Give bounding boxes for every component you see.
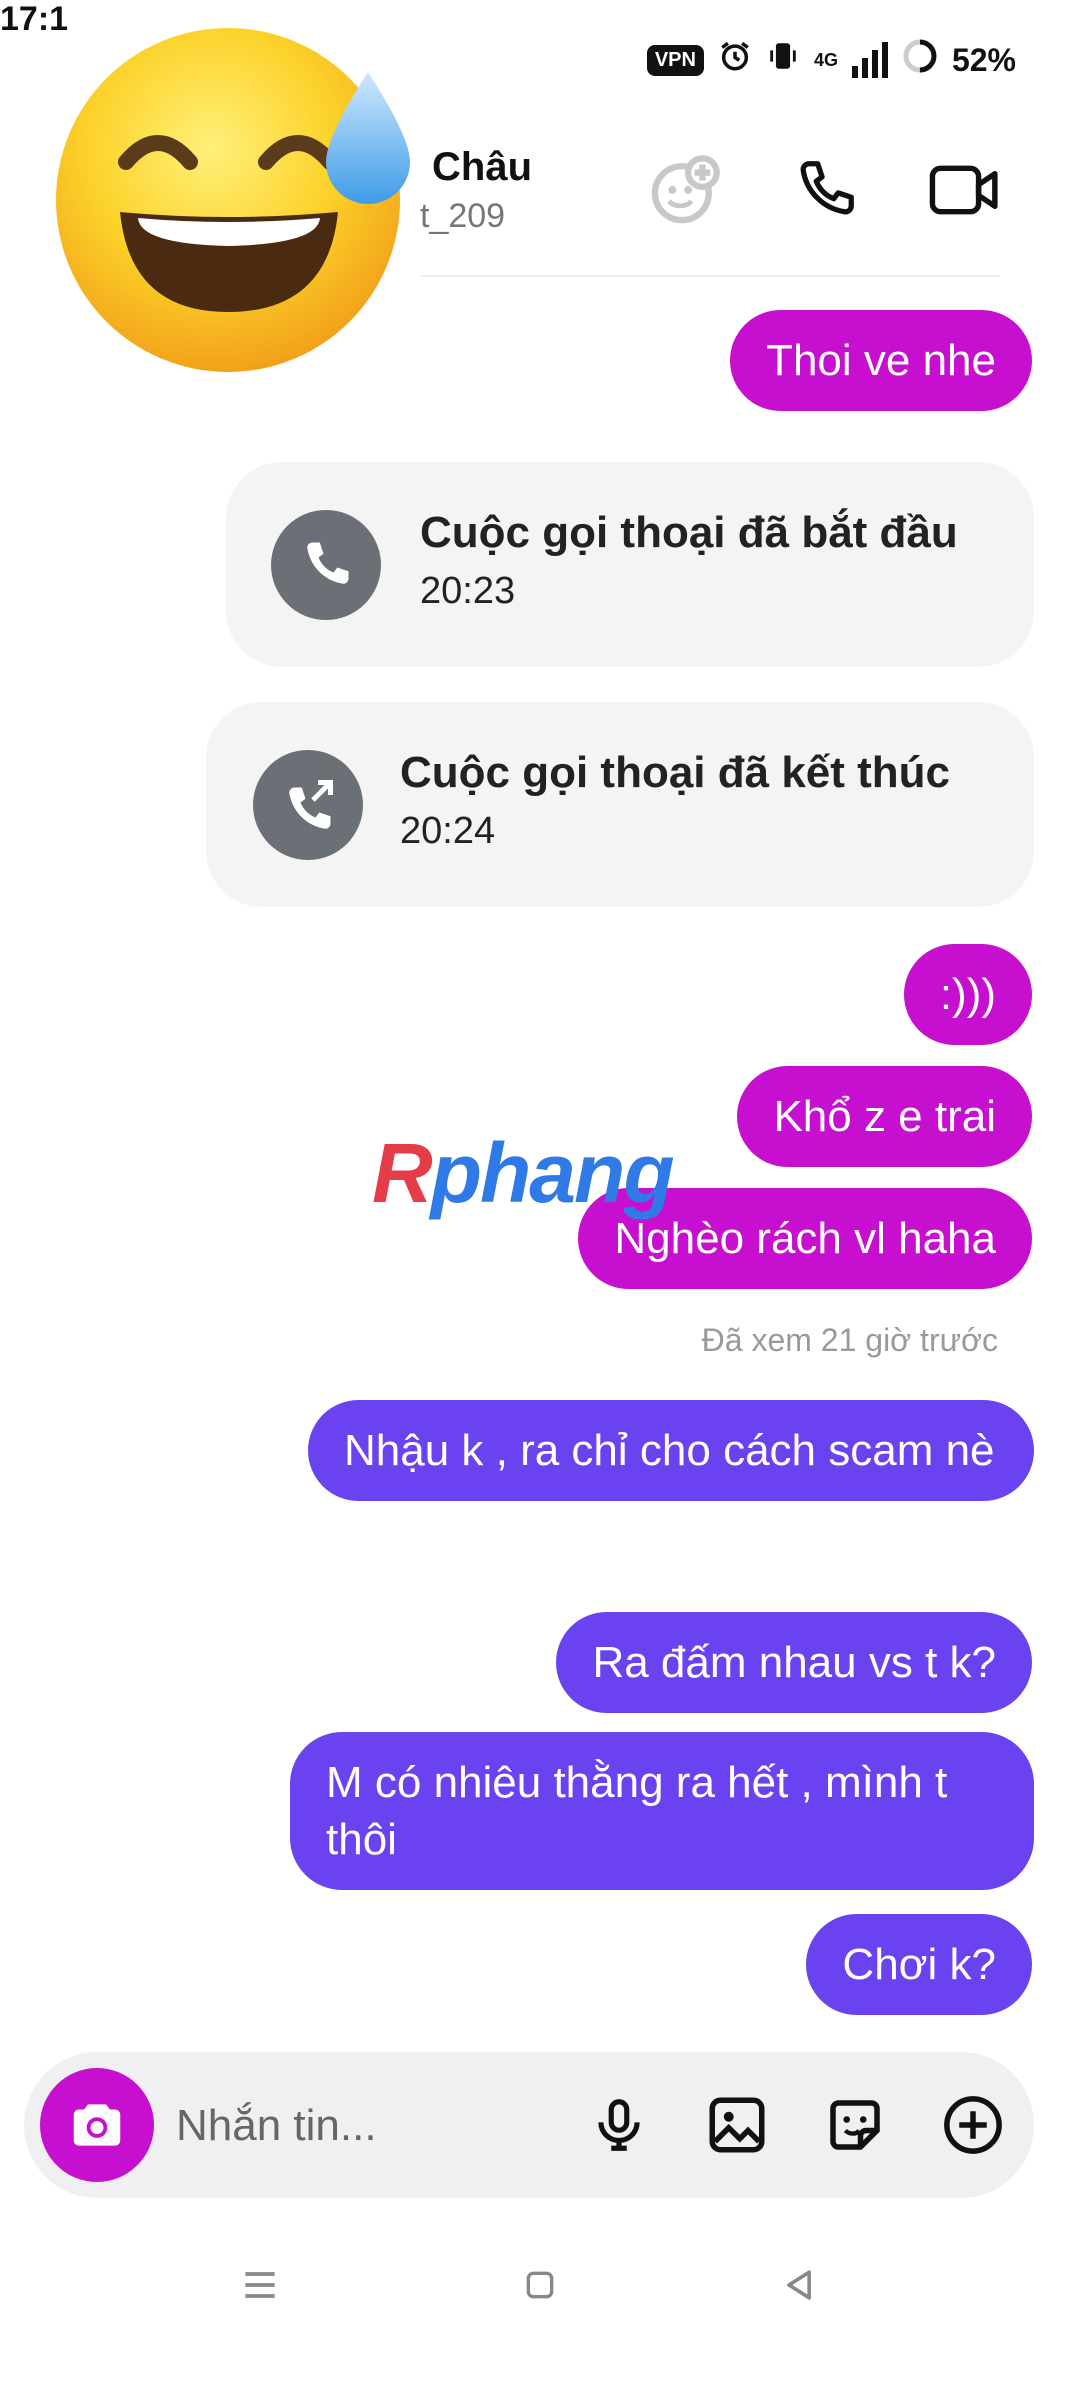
message-composer [24,2052,1034,2198]
watermark-logo: Rphang [372,1126,675,1220]
call-card[interactable]: Cuộc gọi thoại đã kết thúc 20:24 [206,702,1034,907]
status-icons: VPN 4G 52% [646,38,1016,82]
camera-icon [73,2104,121,2146]
video-camera-icon [929,165,998,215]
call-title: Cuộc gọi thoại đã bắt đầu [420,508,958,557]
camera-button[interactable] [40,2068,154,2182]
microphone-icon [598,2099,640,2151]
contact-name[interactable]: Châu [432,145,532,190]
vpn-badge: VPN [646,44,704,76]
gallery-button[interactable] [698,2086,776,2164]
call-time: 20:24 [400,810,496,852]
image-icon [709,2097,765,2153]
seen-status: Đã xem 21 giờ trước [701,1322,998,1358]
vibrate-icon [766,39,800,81]
message-bubble[interactable]: Khổ z e trai [737,1066,1032,1168]
recents-nav-button[interactable] [225,2250,295,2320]
back-nav-button[interactable] [765,2250,835,2320]
triangle-back-icon [787,2270,811,2300]
call-time: 20:23 [420,570,516,612]
call-card[interactable]: Cuộc gọi thoại đã bắt đầu 20:23 [226,462,1034,667]
call-title: Cuộc gọi thoại đã kết thúc [400,748,951,797]
add-friend-button[interactable] [645,150,725,230]
battery-percent: 52% [951,41,1016,78]
plus-circle-icon [944,2096,1002,2154]
network-type: 4G [813,49,838,70]
message-bubble[interactable]: Chơi k? [806,1914,1032,2016]
phone-outgoing-icon [253,750,363,860]
message-bubble[interactable]: Thoi ve nhe [730,310,1032,412]
microphone-button[interactable] [580,2086,658,2164]
laughing-sweat-emoji-sticker[interactable] [38,12,438,392]
message-bubble[interactable]: M có nhiêu thằng ra hết , mình t thôi [290,1732,1034,1891]
alarm-icon [718,39,752,81]
more-button[interactable] [934,2086,1012,2164]
video-call-button[interactable] [925,150,1005,230]
face-plus-icon [651,155,720,224]
sticker-icon [830,2100,880,2150]
header-divider [420,275,1000,277]
message-bubble[interactable]: :))) [903,944,1032,1046]
voice-call-button[interactable] [785,150,865,230]
sticker-button[interactable] [816,2086,894,2164]
message-bubble[interactable]: Nhậu k , ra chỉ cho cách scam nè [308,1400,1034,1502]
square-icon [526,2271,554,2299]
message-bubble[interactable]: Ra đấm nhau vs t k? [556,1612,1032,1714]
signal-icon [851,42,888,78]
battery-icon [902,38,938,82]
home-nav-button[interactable] [505,2250,575,2320]
message-input[interactable] [174,2090,558,2162]
phone-icon [271,510,381,620]
phone-icon [800,161,854,215]
menu-icon [245,2272,275,2298]
